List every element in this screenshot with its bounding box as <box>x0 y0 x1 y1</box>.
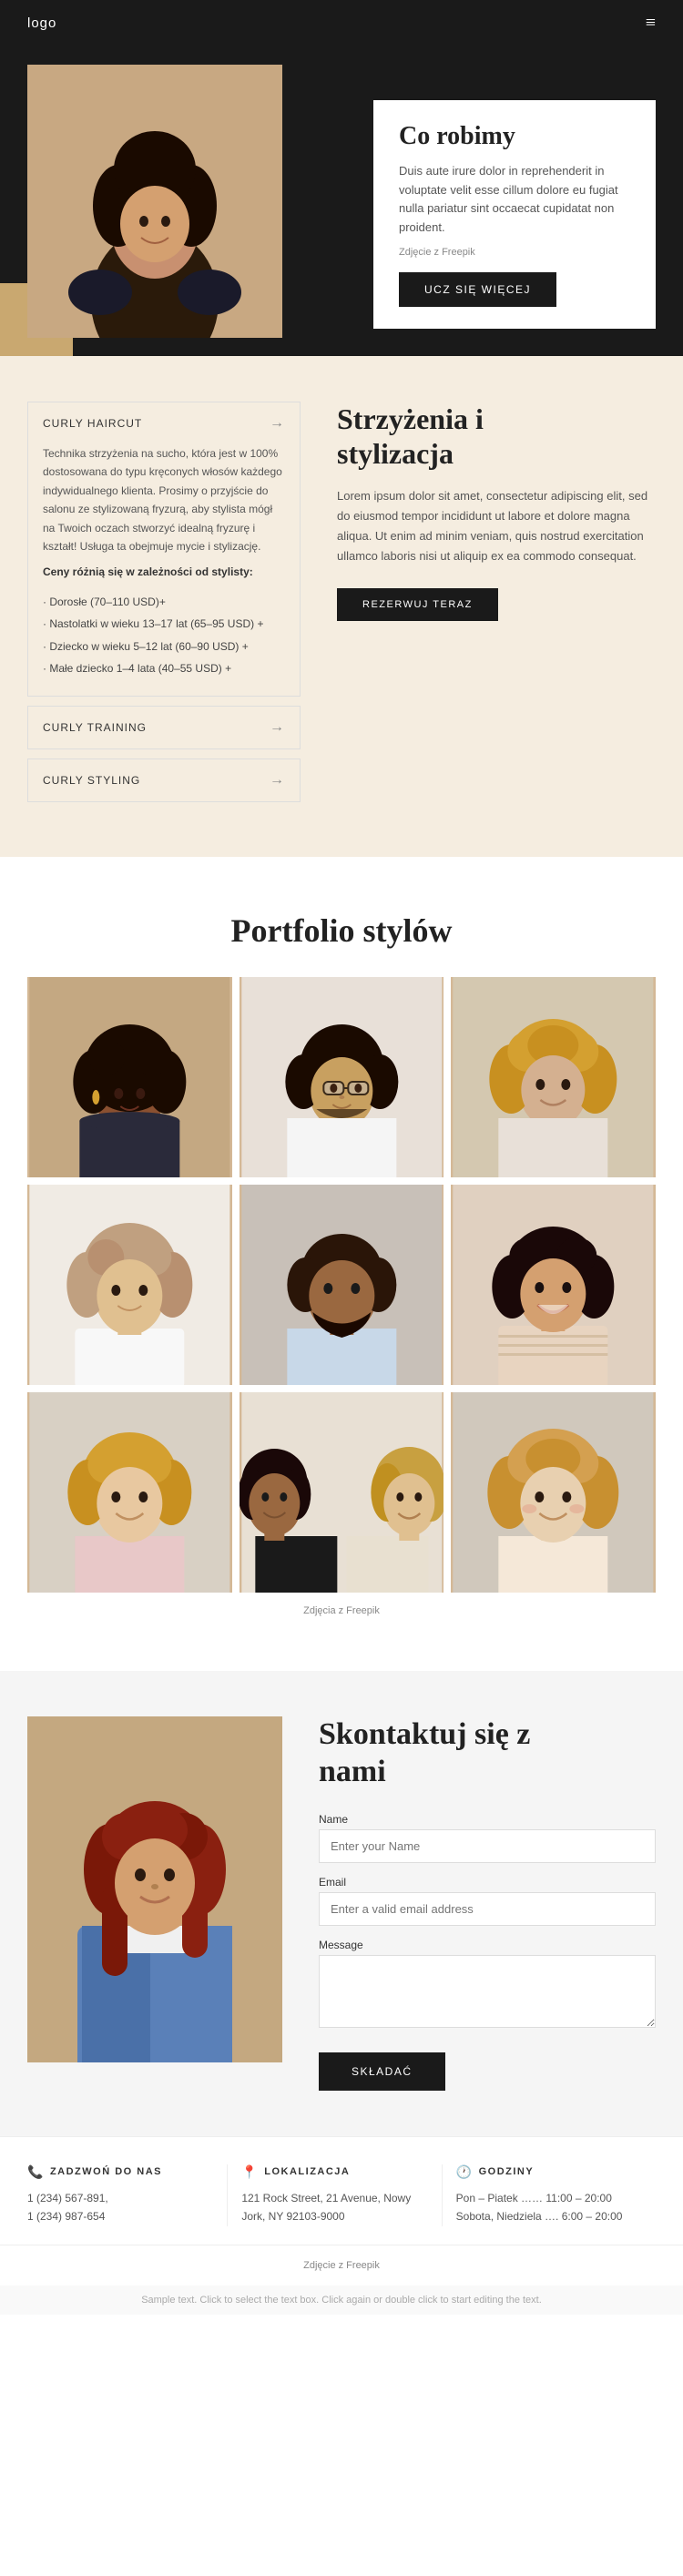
portfolio-item-7 <box>27 1392 232 1593</box>
address-line-2: Jork, NY 92103-9000 <box>241 2210 344 2223</box>
hero-photo <box>27 65 282 338</box>
accordion-label-curly-training: CURLY TRAINING <box>43 721 147 734</box>
portfolio-item-4 <box>27 1185 232 1385</box>
hamburger-icon[interactable]: ≡ <box>646 13 656 34</box>
portfolio-title: Portfolio stylów <box>27 911 656 950</box>
phone-line-2: 1 (234) 987-654 <box>27 2210 105 2223</box>
email-field: Email <box>319 1876 656 1926</box>
clock-icon: 🕐 <box>456 2164 474 2180</box>
footer-credit: Zdjęcie z Freepik <box>0 2245 683 2286</box>
location-icon: 📍 <box>241 2164 259 2180</box>
accordion-arrow-3: → <box>270 772 285 789</box>
portfolio-item-2 <box>240 977 444 1177</box>
haircut-price-title: Ceny różnią się w zależności od stylisty… <box>43 563 285 581</box>
contact-section: Skontaktuj się znami Name Email Message … <box>0 1671 683 2136</box>
contact-title: Skontaktuj się znami <box>319 1716 656 1791</box>
price-item-1: · Dorosłe (70–110 USD)+ <box>43 593 285 611</box>
accordion-arrow-1: → <box>270 415 285 432</box>
sample-text-bar[interactable]: Sample text. Click to select the text bo… <box>0 2286 683 2315</box>
message-label: Message <box>319 1939 656 1951</box>
portfolio-item-6 <box>451 1185 656 1385</box>
address-line-1: 121 Rock Street, 21 Avenue, Nowy <box>241 2192 411 2204</box>
portfolio-item-3 <box>451 977 656 1177</box>
portfolio-item-8 <box>240 1392 444 1593</box>
hero-credit: Zdjęcie z Freepik <box>399 247 630 258</box>
portfolio-grid <box>27 977 656 1593</box>
services-title: Strzyżenia istylizacja <box>337 402 656 472</box>
price-item-4: · Małe dziecko 1–4 lata (40–55 USD) + <box>43 659 285 677</box>
accordion-header-curly-training[interactable]: CURLY TRAINING → <box>28 707 300 748</box>
hours-line-2: Sobota, Niedziela …. 6:00 – 20:00 <box>456 2210 623 2223</box>
services-accordion: CURLY HAIRCUT → Technika strzyżenia na s… <box>27 402 301 811</box>
address-title: 📍 LOKALIZACJA <box>241 2164 427 2180</box>
accordion-header-curly-styling[interactable]: CURLY STYLING → <box>28 759 300 801</box>
hero-cta-button[interactable]: UCZ SIĘ WIĘCEJ <box>399 272 556 307</box>
portfolio-section: Portfolio stylów <box>0 857 683 1671</box>
hero-text: Duis aute irure dolor in reprehenderit i… <box>399 162 630 238</box>
portfolio-item-1 <box>27 977 232 1177</box>
services-section: CURLY HAIRCUT → Technika strzyżenia na s… <box>0 356 683 857</box>
hero-content-box: Co robimy Duis aute irure dolor in repre… <box>373 100 656 329</box>
contact-form-block: Skontaktuj się znami Name Email Message … <box>319 1716 656 2091</box>
hours-title: 🕐 GODZINY <box>456 2164 642 2180</box>
contact-image <box>27 1716 282 2062</box>
logo: logo <box>27 15 56 31</box>
message-input[interactable] <box>319 1955 656 2028</box>
hero-title: Co robimy <box>399 122 630 151</box>
address-block: 📍 LOKALIZACJA 121 Rock Street, 21 Avenue… <box>228 2164 442 2226</box>
accordion-label-curly-styling: CURLY STYLING <box>43 774 140 787</box>
accordion-label-curly-haircut: CURLY HAIRCUT <box>43 417 142 430</box>
phone-icon: 📞 <box>27 2164 45 2180</box>
accordion-header-curly-haircut[interactable]: CURLY HAIRCUT → <box>28 402 300 444</box>
portfolio-item-5 <box>240 1185 444 1385</box>
phone-title-text: ZADZWOŃ DO NAS <box>50 2166 162 2177</box>
accordion-item-curly-haircut[interactable]: CURLY HAIRCUT → Technika strzyżenia na s… <box>27 402 301 697</box>
services-cta-button[interactable]: REZERWUJ TERAZ <box>337 588 498 621</box>
portfolio-credit: Zdjęcia z Freepik <box>27 1605 656 1653</box>
accordion-item-curly-styling[interactable]: CURLY STYLING → <box>27 759 301 802</box>
hours-block: 🕐 GODZINY Pon – Piatek …… 11:00 – 20:00 … <box>443 2164 656 2226</box>
info-footer: 📞 ZADZWOŃ DO NAS 1 (234) 567-891, 1 (234… <box>0 2136 683 2245</box>
name-label: Name <box>319 1813 656 1826</box>
accordion-content-curly-haircut: Technika strzyżenia na sucho, która jest… <box>28 444 300 696</box>
message-field: Message <box>319 1939 656 2032</box>
submit-button[interactable]: SKŁADAĆ <box>319 2052 445 2091</box>
address-title-text: LOKALIZACJA <box>264 2166 350 2177</box>
price-list: · Dorosłe (70–110 USD)+ · Nastolatki w w… <box>43 593 285 678</box>
address-text: 121 Rock Street, 21 Avenue, Nowy Jork, N… <box>241 2189 427 2226</box>
name-input[interactable] <box>319 1829 656 1863</box>
portfolio-item-9 <box>451 1392 656 1593</box>
price-item-3: · Dziecko w wieku 5–12 lat (60–90 USD) + <box>43 637 285 656</box>
accordion-item-curly-training[interactable]: CURLY TRAINING → <box>27 706 301 749</box>
sample-text-content: Sample text. Click to select the text bo… <box>141 2295 542 2306</box>
footer-credit-text: Zdjęcie z Freepik <box>303 2260 380 2271</box>
accordion-arrow-2: → <box>270 719 285 736</box>
hours-text: Pon – Piatek …… 11:00 – 20:00 Sobota, Ni… <box>456 2189 642 2226</box>
services-description: Strzyżenia istylizacja Lorem ipsum dolor… <box>337 402 656 811</box>
hours-title-text: GODZINY <box>479 2166 535 2177</box>
phone-block: 📞 ZADZWOŃ DO NAS 1 (234) 567-891, 1 (234… <box>27 2164 228 2226</box>
services-text: Lorem ipsum dolor sit amet, consectetur … <box>337 486 656 566</box>
price-item-2: · Nastolatki w wieku 13–17 lat (65–95 US… <box>43 615 285 633</box>
phone-title: 📞 ZADZWOŃ DO NAS <box>27 2164 213 2180</box>
hours-line-1: Pon – Piatek …… 11:00 – 20:00 <box>456 2192 612 2204</box>
header: logo ≡ <box>0 0 683 46</box>
hero-section: Co robimy Duis aute irure dolor in repre… <box>0 46 683 356</box>
email-input[interactable] <box>319 1892 656 1926</box>
phone-line-1: 1 (234) 567-891, <box>27 2192 108 2204</box>
name-field: Name <box>319 1813 656 1863</box>
haircut-content-intro: Technika strzyżenia na sucho, która jest… <box>43 444 285 555</box>
hero-woman-svg <box>27 65 282 338</box>
email-label: Email <box>319 1876 656 1889</box>
phone-text: 1 (234) 567-891, 1 (234) 987-654 <box>27 2189 213 2226</box>
hero-image <box>27 65 282 338</box>
